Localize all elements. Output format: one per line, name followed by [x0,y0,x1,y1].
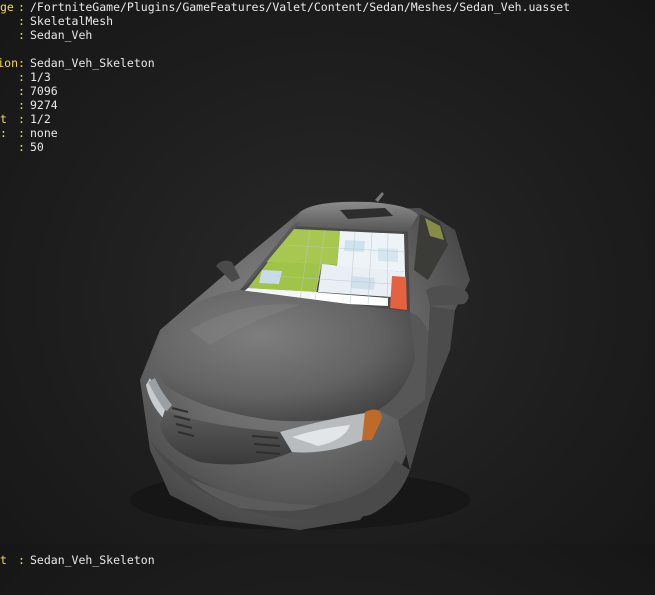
overlay-row: :9274 [0,98,570,112]
overlay-row: :7096 [0,84,570,98]
overlay-row-key [0,70,18,84]
overlay-row-value: 1/3 [30,70,51,84]
overlay-row-value: Sedan_Veh_Skeleton [30,56,155,70]
overlay-row: :1/3 [0,70,570,84]
overlay-row-key: ion [0,56,18,70]
overlay-row: : Sedan_Veh [0,28,570,42]
overlay-row-key: : [0,126,7,140]
overlay-row: : SkeletalMesh [0,14,570,28]
overlay-row: :50 [0,140,570,154]
overlay-row-separator: : [18,98,25,112]
overlay-row: t:1/2 [0,112,570,126]
overlay-row-key: t [0,553,7,567]
overlay-row-key [0,84,18,98]
mesh-viewport[interactable]: ge: /FortniteGame/Plugins/GameFeatures/Va… [0,0,655,567]
overlay-row-value: 9274 [30,98,58,112]
overlay-row: ion: Sedan_Veh_Skeleton [0,56,570,70]
overlay-row-separator: : [18,28,25,42]
overlay-row-value: 50 [30,140,44,154]
overlay-row-value: 1/2 [30,112,51,126]
overlay-row-value: /FortniteGame/Plugins/GameFeatures/Valet… [30,0,571,14]
overlay-row-key [0,14,18,28]
mesh-info-overlay: ge: /FortniteGame/Plugins/GameFeatures/Va… [0,0,570,154]
overlay-row-separator: : [18,553,25,567]
bottom-info-overlay: t : Sedan_Veh_Skeleton [0,525,155,595]
overlay-row: :: none [0,126,570,140]
overlay-row-key [0,140,18,154]
overlay-row: t : Sedan_Veh_Skeleton [0,553,155,567]
overlay-row: ge: /FortniteGame/Plugins/GameFeatures/Va… [0,0,570,14]
overlay-row-value: none [30,126,58,140]
overlay-row-value: SkeletalMesh [30,14,114,28]
overlay-row-separator: : [18,0,25,14]
overlay-row-separator: : [18,140,25,154]
overlay-row-value: Sedan_Veh_Skeleton [30,553,155,567]
overlay-row-separator: : [18,112,25,126]
overlay-row-value: Sedan_Veh [30,28,93,42]
overlay-row-separator: : [18,56,25,70]
overlay-row-separator: : [18,126,25,140]
overlay-row-key [0,98,18,112]
overlay-row-key: t [0,112,7,126]
overlay-row-separator: : [18,70,25,84]
overlay-row-key [0,28,18,42]
overlay-gap [0,42,570,56]
overlay-row-value: 7096 [30,84,58,98]
overlay-row-separator: : [18,14,25,28]
overlay-row-separator: : [18,84,25,98]
overlay-row-key: ge [0,0,14,14]
